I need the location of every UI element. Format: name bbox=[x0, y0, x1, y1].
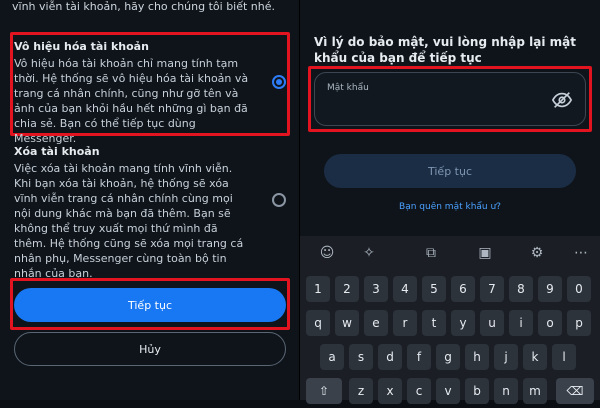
option-deactivate-title: Vô hiệu hóa tài khoản bbox=[14, 40, 149, 53]
key-u[interactable]: u bbox=[480, 310, 504, 336]
key-9[interactable]: 9 bbox=[538, 276, 562, 302]
key-b[interactable]: b bbox=[465, 378, 489, 404]
settings-icon[interactable]: ⚙ bbox=[526, 242, 548, 264]
key-q[interactable]: q bbox=[306, 310, 330, 336]
clipboard-icon[interactable]: ▣ bbox=[474, 242, 496, 264]
key-0[interactable]: 0 bbox=[567, 276, 591, 302]
key-w[interactable]: w bbox=[335, 310, 359, 336]
option-deactivate[interactable]: Vô hiệu hóa tài khoản Vô hiệu hóa tài kh… bbox=[14, 40, 286, 146]
key-o[interactable]: o bbox=[538, 310, 562, 336]
password-placeholder: Mật khẩu bbox=[327, 83, 369, 93]
key-6[interactable]: 6 bbox=[451, 276, 475, 302]
app-screen: vĩnh viễn tài khoản, hãy cho chúng tôi b… bbox=[0, 0, 600, 404]
option-delete-description: Việc xóa tài khoản mang tính vĩnh viễn. … bbox=[14, 162, 244, 280]
backspace-icon[interactable]: ⌫ bbox=[556, 378, 594, 404]
password-field[interactable]: Mật khẩu bbox=[314, 72, 586, 126]
key-m[interactable]: m bbox=[523, 378, 547, 404]
key-c[interactable]: c bbox=[407, 378, 431, 404]
key-7[interactable]: 7 bbox=[480, 276, 504, 302]
keyboard-number-row: 1 2 3 4 5 6 7 8 9 0 bbox=[300, 276, 600, 306]
eye-slash-icon[interactable] bbox=[551, 89, 573, 111]
key-n[interactable]: n bbox=[494, 378, 518, 404]
translate-icon[interactable]: ⧉ bbox=[420, 242, 442, 264]
key-a[interactable]: a bbox=[320, 344, 344, 370]
key-s[interactable]: s bbox=[349, 344, 373, 370]
radio-deactivate[interactable] bbox=[272, 75, 286, 89]
account-options-screen: vĩnh viễn tài khoản, hãy cho chúng tôi b… bbox=[0, 0, 300, 400]
key-i[interactable]: i bbox=[509, 310, 533, 336]
keyboard-q-row: q w e r t y u i o p bbox=[300, 310, 600, 340]
key-v[interactable]: v bbox=[436, 378, 460, 404]
key-d[interactable]: d bbox=[378, 344, 402, 370]
key-3[interactable]: 3 bbox=[364, 276, 388, 302]
key-2[interactable]: 2 bbox=[335, 276, 359, 302]
keyboard-z-row: ⇧ z x c v b n m ⌫ bbox=[300, 378, 600, 408]
key-h[interactable]: h bbox=[465, 344, 489, 370]
sticker-icon[interactable]: ✧ bbox=[358, 242, 380, 264]
keyboard: ☺ ✧ ⧉ ▣ ⚙ ⋯ 1 2 3 4 5 6 7 8 9 0 q w e r … bbox=[300, 236, 600, 404]
option-delete-title: Xóa tài khoản bbox=[14, 145, 100, 158]
key-p[interactable]: p bbox=[567, 310, 591, 336]
key-g[interactable]: g bbox=[436, 344, 460, 370]
key-5[interactable]: 5 bbox=[422, 276, 446, 302]
emoji-icon[interactable]: ☺ bbox=[316, 242, 338, 264]
top-text: vĩnh viễn tài khoản, hãy cho chúng tôi b… bbox=[12, 0, 276, 13]
shift-icon[interactable]: ⇧ bbox=[306, 378, 342, 404]
key-j[interactable]: j bbox=[494, 344, 518, 370]
password-screen: Vì lý do bảo mật, vui lòng nhập lại mật … bbox=[300, 0, 600, 404]
key-f[interactable]: f bbox=[407, 344, 431, 370]
option-deactivate-description: Vô hiệu hóa tài khoản chỉ mang tính tạm … bbox=[14, 57, 249, 145]
key-8[interactable]: 8 bbox=[509, 276, 533, 302]
more-icon[interactable]: ⋯ bbox=[570, 242, 592, 264]
continue-button[interactable]: Tiếp tục bbox=[14, 288, 286, 322]
key-e[interactable]: e bbox=[364, 310, 388, 336]
key-x[interactable]: x bbox=[378, 378, 402, 404]
password-continue-button[interactable]: Tiếp tục bbox=[324, 154, 576, 188]
option-delete[interactable]: Xóa tài khoản Việc xóa tài khoản mang tí… bbox=[14, 145, 286, 281]
key-t[interactable]: t bbox=[422, 310, 446, 336]
cancel-button[interactable]: Hủy bbox=[14, 332, 286, 366]
key-r[interactable]: r bbox=[393, 310, 417, 336]
keyboard-a-row: a s d f g h j k l bbox=[300, 344, 600, 374]
password-instruction: Vì lý do bảo mật, vui lòng nhập lại mật … bbox=[314, 35, 577, 65]
forgot-password-link[interactable]: Bạn quên mật khẩu ư? bbox=[300, 202, 600, 212]
keyboard-toolbar: ☺ ✧ ⧉ ▣ ⚙ ⋯ bbox=[300, 236, 600, 270]
key-y[interactable]: y bbox=[451, 310, 475, 336]
key-k[interactable]: k bbox=[523, 344, 547, 370]
key-4[interactable]: 4 bbox=[393, 276, 417, 302]
key-1[interactable]: 1 bbox=[306, 276, 330, 302]
key-z[interactable]: z bbox=[349, 378, 373, 404]
key-l[interactable]: l bbox=[552, 344, 576, 370]
radio-delete[interactable] bbox=[272, 193, 286, 207]
